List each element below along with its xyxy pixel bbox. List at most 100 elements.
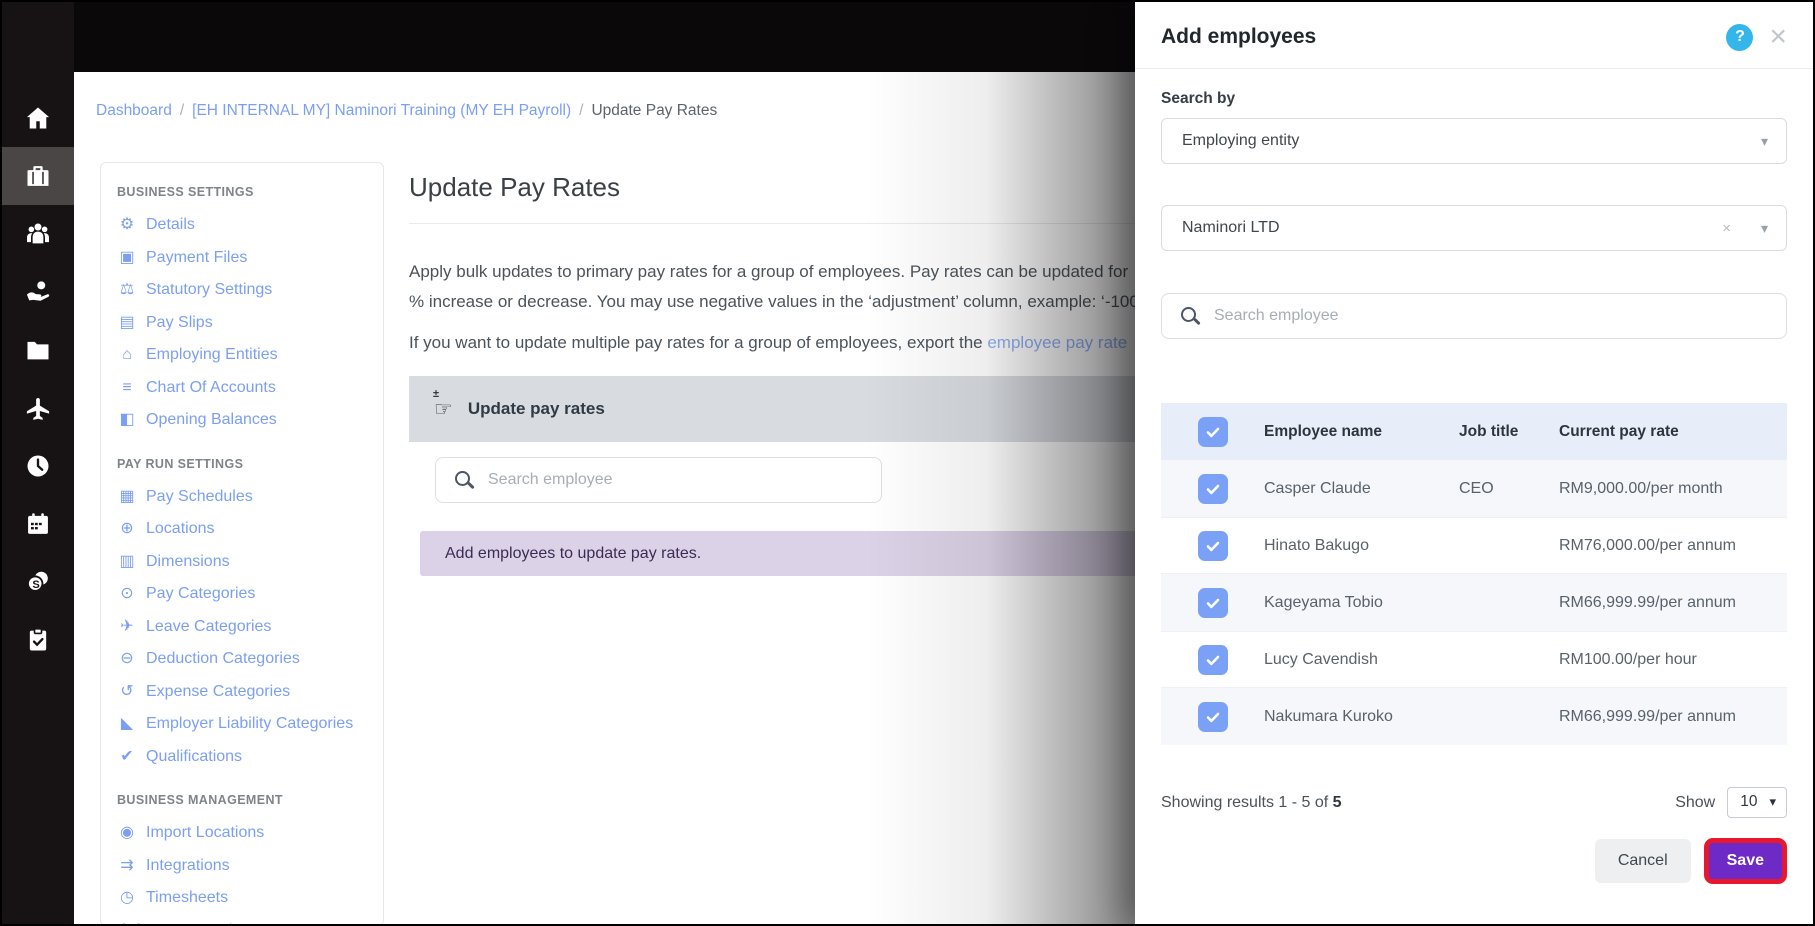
nav-item-import-employees[interactable]: ♟♟Import Employees bbox=[117, 915, 367, 925]
rail-item-home[interactable] bbox=[2, 89, 74, 147]
clear-selection-icon[interactable]: × bbox=[1722, 220, 1731, 237]
nav-item-chart-of-accounts[interactable]: ≡ Chart Of Accounts bbox=[117, 372, 367, 405]
calendar-icon bbox=[28, 513, 48, 534]
rail-item-payroll[interactable] bbox=[2, 263, 74, 321]
gear-icon: ⚙ bbox=[119, 216, 135, 233]
table-row[interactable]: Nakumara Kuroko RM66,999.99/per annum bbox=[1161, 688, 1787, 745]
bar-chart-icon: ▥ bbox=[119, 552, 135, 570]
update-pay-rates-card-title: Update pay rates bbox=[467, 399, 605, 418]
rail-item-tasks[interactable] bbox=[2, 611, 74, 669]
home-icon bbox=[26, 107, 50, 129]
save-button[interactable]: Save bbox=[1703, 838, 1787, 884]
employee-pay-rates-link[interactable]: employee pay rate bbox=[987, 333, 1127, 352]
nav-item-qualifications[interactable]: ✔ Qualifications bbox=[117, 741, 367, 774]
row-checkbox[interactable] bbox=[1198, 530, 1228, 561]
nav-item-locations[interactable]: ⊕ Locations bbox=[117, 513, 367, 546]
page-size-group: Show 10 ▾ bbox=[1675, 787, 1787, 818]
minus-circle-icon: ⊖ bbox=[120, 650, 134, 667]
nav-item-import-locations[interactable]: ◉ Import Locations bbox=[117, 817, 367, 850]
app-root: { "colors": { "accent_link": "#7c9ff1", … bbox=[0, 0, 1815, 926]
nav-item-label: Dimensions bbox=[146, 552, 230, 570]
main-employee-search bbox=[435, 457, 882, 503]
nav-item-expense-categories[interactable]: ↺ Expense Categories bbox=[117, 676, 367, 709]
nav-item-label: Timesheets bbox=[146, 889, 229, 906]
nav-item-label: Integrations bbox=[146, 856, 230, 874]
intro-paragraph-2: If you want to update multiple pay rates… bbox=[409, 333, 1135, 353]
table-row[interactable]: Casper Claude CEO RM9,000.00/per month bbox=[1161, 460, 1787, 517]
clipboard-check-icon bbox=[29, 627, 47, 651]
page-title: Update Pay Rates bbox=[409, 172, 621, 202]
breadcrumb: Dashboard / [EH INTERNAL MY] Naminori Trai… bbox=[96, 102, 1135, 120]
nav-item-pay-slips[interactable]: ▤ Pay Slips bbox=[117, 307, 367, 340]
search-by-select[interactable]: Employing entity ▾ bbox=[1161, 118, 1787, 164]
search-icon bbox=[1181, 307, 1196, 322]
update-pay-rates-card: ±☞ Update pay rates Add employees to upd… bbox=[409, 376, 1135, 576]
nav-item-label: Expense Categories bbox=[146, 682, 291, 700]
rail-item-documents[interactable] bbox=[2, 321, 74, 379]
svg-text:S: S bbox=[32, 579, 39, 591]
rail-item-people[interactable] bbox=[2, 205, 74, 263]
folder-icon bbox=[27, 341, 49, 360]
rail-item-calendar[interactable] bbox=[2, 495, 74, 553]
help-icon[interactable]: ? bbox=[1726, 23, 1754, 51]
drawer-divider bbox=[1135, 68, 1813, 69]
nav-item-deduction-categories[interactable]: ⊖ Deduction Categories bbox=[117, 643, 367, 676]
nav-item-leave-categories[interactable]: ✈ Leave Categories bbox=[117, 611, 367, 644]
drawer-actions: Cancel Save bbox=[1161, 838, 1787, 884]
nav-item-label: Employer Liability Categories bbox=[146, 715, 354, 732]
rail-item-time[interactable] bbox=[2, 437, 74, 495]
search-icon bbox=[455, 471, 470, 486]
drawer-employee-search-input[interactable] bbox=[1161, 293, 1787, 339]
nav-item-timesheets[interactable]: ◷ Timesheets bbox=[117, 882, 367, 915]
show-label: Show bbox=[1675, 793, 1716, 811]
employing-entity-value: Naminori LTD bbox=[1182, 219, 1280, 236]
drawer-header: Add employees ? × bbox=[1161, 2, 1787, 52]
employee-name-cell: Casper Claude bbox=[1264, 479, 1371, 497]
row-checkbox[interactable] bbox=[1198, 587, 1228, 618]
row-checkbox[interactable] bbox=[1198, 644, 1228, 675]
table-row[interactable]: Hinato Bakugo RM76,000.00/per annum bbox=[1161, 517, 1787, 574]
breadcrumb-separator: / bbox=[579, 102, 584, 119]
breadcrumb-dashboard[interactable]: Dashboard bbox=[96, 102, 172, 119]
select-all-checkbox[interactable] bbox=[1198, 416, 1228, 447]
table-row[interactable]: Kageyama Tobio RM66,999.99/per annum bbox=[1161, 574, 1787, 631]
nav-item-employer-liability-categories[interactable]: ◣ Employer Liability Categories bbox=[117, 708, 367, 741]
row-checkbox[interactable] bbox=[1198, 701, 1228, 732]
nav-item-label: Employing Entities bbox=[146, 346, 278, 363]
nav-item-payment-files[interactable]: ▣ Payment Files bbox=[117, 242, 367, 275]
pay-rate-cell: RM76,000.00/per annum bbox=[1559, 536, 1736, 554]
nav-item-details[interactable]: ⚙ Details bbox=[117, 209, 367, 242]
settings-nav-panel: BUSINESS SETTINGS ⚙ Details ▣ Payment File… bbox=[100, 162, 384, 924]
rail-item-leave[interactable] bbox=[2, 379, 74, 437]
employing-entity-select[interactable]: Naminori LTD × ▾ bbox=[1161, 205, 1787, 251]
main-employee-search-input[interactable] bbox=[435, 457, 882, 503]
rail-item-business[interactable] bbox=[2, 147, 74, 205]
drawer-title: Add employees bbox=[1161, 25, 1317, 48]
globe-icon: ⊕ bbox=[120, 520, 134, 537]
breadcrumb-business[interactable]: [EH INTERNAL MY] Naminori Training (MY E… bbox=[192, 102, 571, 119]
update-pay-rates-icon: ± ☞ bbox=[433, 387, 453, 421]
nav-item-opening-balances[interactable]: ◧ Opening Balances bbox=[117, 404, 367, 437]
bank-icon: ⌂ bbox=[122, 346, 132, 363]
nav-item-statutory-settings[interactable]: ⚖ Statutory Settings bbox=[117, 274, 367, 307]
table-row[interactable]: Lucy Cavendish RM100.00/per hour bbox=[1161, 631, 1787, 688]
breadcrumb-separator: / bbox=[179, 102, 185, 119]
nav-item-dimensions[interactable]: ▥ Dimensions bbox=[117, 546, 367, 579]
close-icon[interactable]: × bbox=[1769, 22, 1787, 52]
drawer-employee-search bbox=[1161, 293, 1787, 339]
nav-item-pay-categories[interactable]: ⊙ Pay Categories bbox=[117, 578, 367, 611]
nav-item-integrations[interactable]: ⇉ Integrations bbox=[117, 850, 367, 883]
nav-item-employing-entities[interactable]: ⌂ Employing Entities bbox=[117, 339, 367, 372]
cancel-button[interactable]: Cancel bbox=[1594, 839, 1691, 883]
pay-rate-cell: RM9,000.00/per month bbox=[1559, 479, 1723, 497]
plane-icon: ✈ bbox=[120, 617, 134, 635]
results-footer: Showing results 1 - 5 of 5 Show 10 ▾ bbox=[1161, 787, 1787, 818]
nav-item-pay-schedules[interactable]: ▦ Pay Schedules bbox=[117, 481, 367, 514]
nav-item-label: Qualifications bbox=[146, 747, 243, 765]
pay-rate-cell: RM66,999.99/per annum bbox=[1559, 707, 1736, 725]
row-checkbox[interactable] bbox=[1198, 473, 1228, 504]
integration-icon: ⇉ bbox=[120, 856, 134, 874]
banknote-icon: ⊙ bbox=[120, 585, 134, 602]
page-size-select[interactable]: 10 ▾ bbox=[1727, 787, 1787, 818]
rail-item-money[interactable]: S bbox=[2, 553, 74, 611]
